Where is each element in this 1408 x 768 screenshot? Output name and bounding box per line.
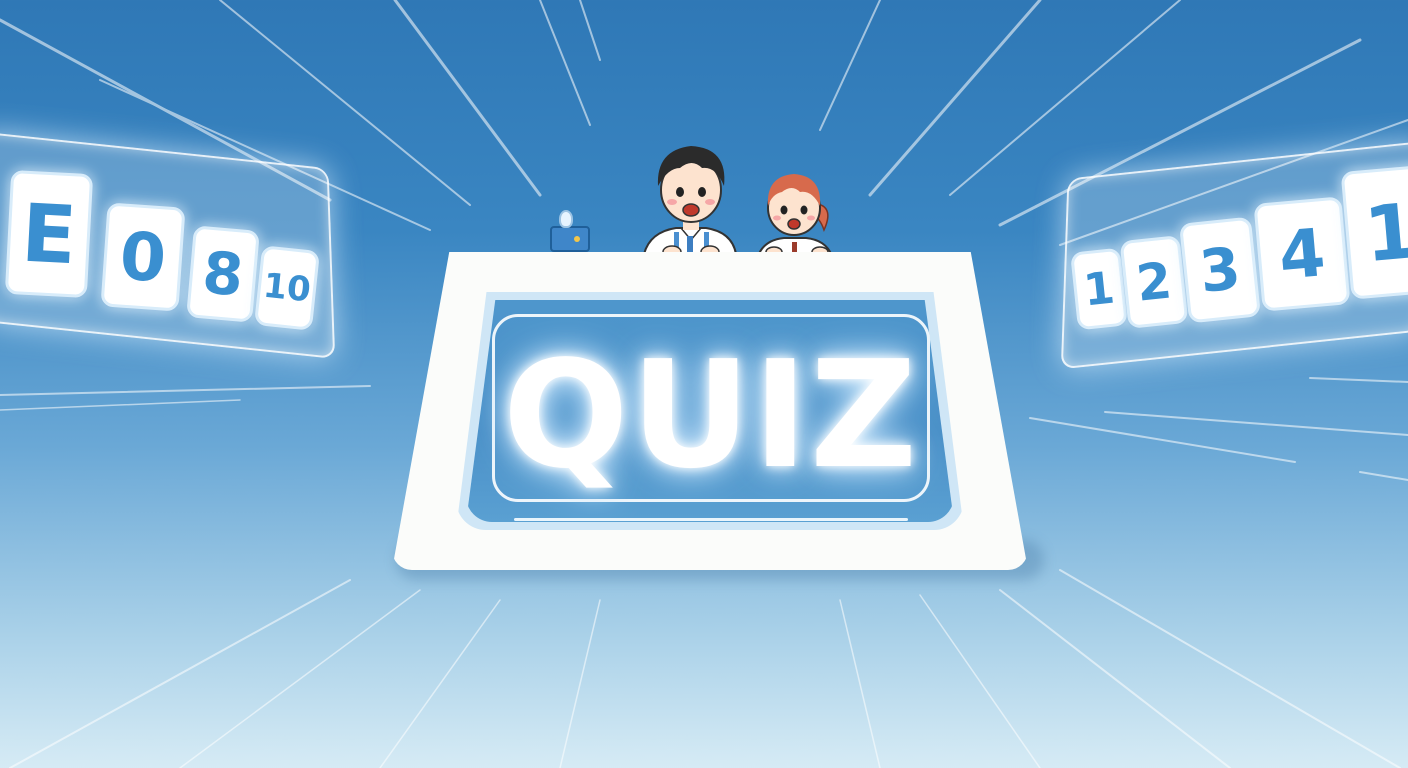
podium-screen-underline — [514, 518, 908, 521]
left-tile-4: 10 — [253, 245, 321, 331]
right-tile-2: 2 — [1119, 235, 1189, 329]
buzzer-icon — [550, 226, 590, 252]
right-tile-4: 4 — [1253, 196, 1351, 312]
boy-contestant — [642, 146, 738, 259]
right-tile-1: 1 — [1070, 247, 1128, 331]
left-tile-2: 0 — [100, 202, 186, 312]
right-tile-3: 3 — [1178, 216, 1262, 324]
girl-contestant — [756, 174, 834, 258]
buzzer-indicator-dot — [574, 236, 580, 242]
left-tile-3: 8 — [186, 225, 260, 323]
quiz-show-scene: E 0 8 10 1 2 3 4 1 QUIZ — [0, 0, 1408, 768]
right-tile-5: 1 — [1340, 164, 1408, 300]
left-tile-1: E — [4, 169, 94, 299]
buzzer-lamp-icon — [559, 210, 573, 228]
quiz-title: QUIZ — [502, 329, 920, 501]
